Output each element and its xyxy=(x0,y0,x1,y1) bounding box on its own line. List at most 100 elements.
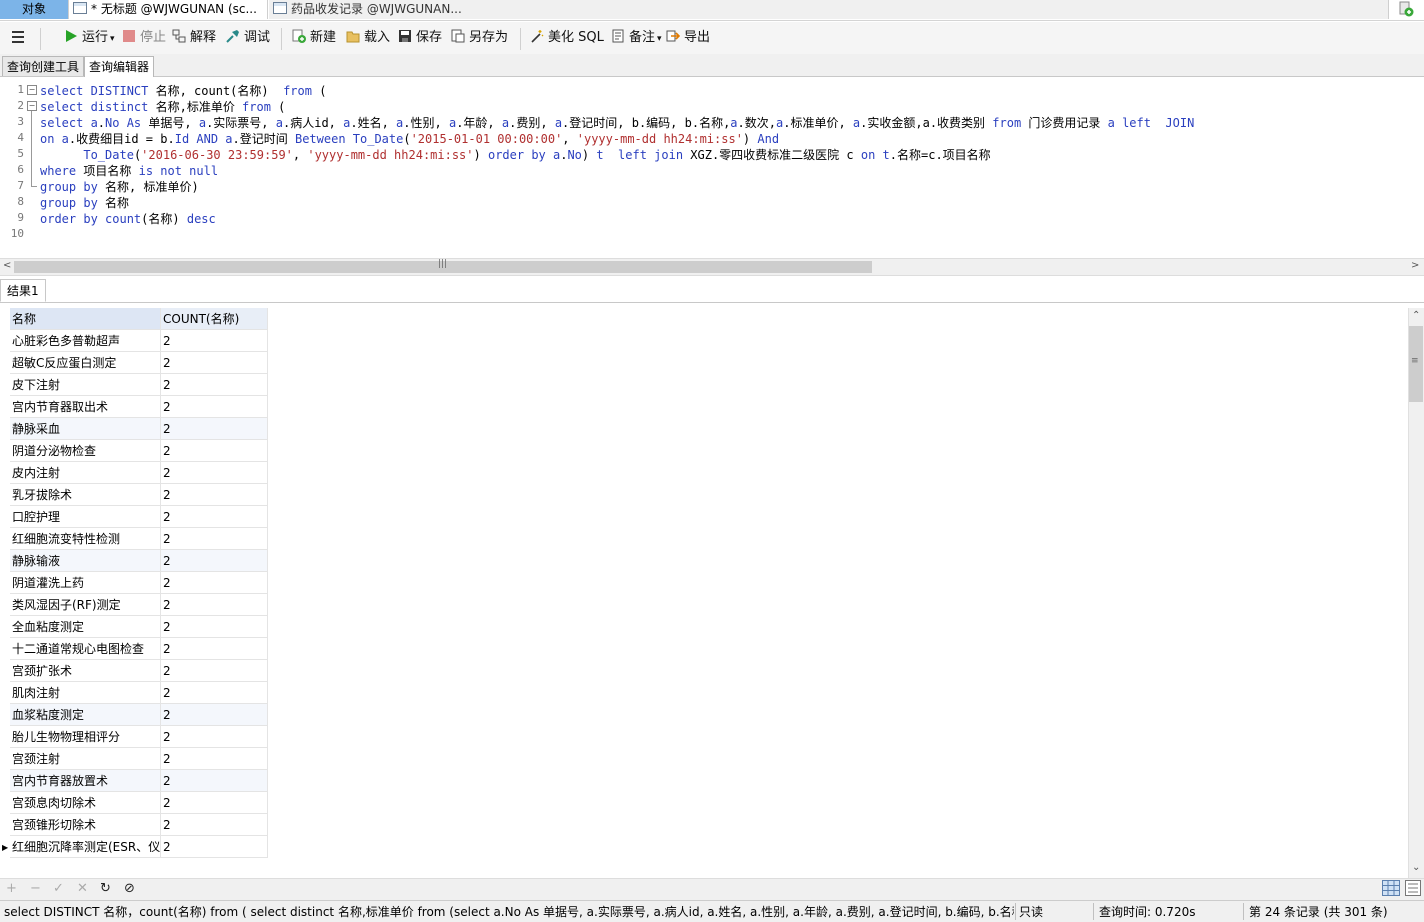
cell-count[interactable]: 2 xyxy=(161,748,268,770)
cell-name[interactable]: 乳牙拔除术 xyxy=(10,484,161,506)
table-row[interactable]: 血浆粘度测定 2 xyxy=(10,704,268,726)
table-row[interactable]: 皮内注射 2 xyxy=(10,462,268,484)
cell-count[interactable]: 2 xyxy=(161,704,268,726)
table-row[interactable]: 宫内节育器放置术 2 xyxy=(10,770,268,792)
apply-icon[interactable]: ✓ xyxy=(53,881,64,896)
tab-drug-records[interactable]: 药品收发记录 @WJWGUNAN... xyxy=(269,0,1389,19)
cell-name[interactable]: 宫颈扩张术 xyxy=(10,660,161,682)
save-as-button[interactable]: 另存为 xyxy=(451,29,508,47)
cell-count[interactable]: 2 xyxy=(161,330,268,352)
cell-name[interactable]: 宫颈锥形切除术 xyxy=(10,814,161,836)
cell-name[interactable]: 宫内节育器取出术 xyxy=(10,396,161,418)
cell-count[interactable]: 2 xyxy=(161,484,268,506)
table-row[interactable]: 超敏C反应蛋白测定 2 xyxy=(10,352,268,374)
export-button[interactable]: 导出 xyxy=(666,29,710,47)
tab-result-1[interactable]: 结果1 xyxy=(0,279,46,302)
cell-name[interactable]: 类风湿因子(RF)测定 xyxy=(10,594,161,616)
cell-name[interactable]: 口腔护理 xyxy=(10,506,161,528)
cell-name[interactable]: 全血粘度测定 xyxy=(10,616,161,638)
cell-name[interactable]: 肌肉注射 xyxy=(10,682,161,704)
cell-count[interactable]: 2 xyxy=(161,528,268,550)
cell-count[interactable]: 2 xyxy=(161,506,268,528)
cell-count[interactable]: 2 xyxy=(161,418,268,440)
table-row[interactable]: 十二通道常规心电图检查 2 xyxy=(10,638,268,660)
table-row[interactable]: 皮下注射 2 xyxy=(10,374,268,396)
cell-count[interactable]: 2 xyxy=(161,660,268,682)
tab-query-builder[interactable]: 查询创建工具 xyxy=(2,56,85,76)
cell-name[interactable]: 皮下注射 xyxy=(10,374,161,396)
explain-button[interactable]: 解释 xyxy=(172,29,216,47)
cell-name[interactable]: 宫内节育器放置术 xyxy=(10,770,161,792)
refresh-icon[interactable]: ↻ xyxy=(100,881,111,896)
debug-button[interactable]: 调试 xyxy=(226,29,270,47)
grid-view-icon[interactable] xyxy=(1382,880,1400,900)
table-row[interactable]: 阴道分泌物检查 2 xyxy=(10,440,268,462)
cell-count[interactable]: 2 xyxy=(161,352,268,374)
cell-count[interactable]: 2 xyxy=(161,396,268,418)
table-row[interactable]: 宫颈注射 2 xyxy=(10,748,268,770)
cell-count[interactable]: 2 xyxy=(161,682,268,704)
table-row[interactable]: 红细胞流变特性检测 2 xyxy=(10,528,268,550)
cell-name[interactable]: 皮内注射 xyxy=(10,462,161,484)
load-button[interactable]: 载入 xyxy=(346,29,390,47)
table-row[interactable]: 宫内节育器取出术 2 xyxy=(10,396,268,418)
discard-icon[interactable]: ✕ xyxy=(77,881,88,896)
stop-query-icon[interactable]: ⊘ xyxy=(124,881,135,896)
scrollbar-thumb[interactable]: ≡ xyxy=(1409,326,1423,402)
cell-name[interactable]: 心脏彩色多普勒超声 xyxy=(10,330,161,352)
cell-count[interactable]: 2 xyxy=(161,440,268,462)
cell-count[interactable]: 2 xyxy=(161,462,268,484)
delete-record-icon[interactable]: − xyxy=(30,881,41,896)
comment-button[interactable]: 备注 ▾ xyxy=(611,29,662,47)
cell-count[interactable]: 2 xyxy=(161,726,268,748)
scroll-right-icon[interactable]: > xyxy=(1411,260,1419,271)
cell-count[interactable]: 2 xyxy=(161,836,268,858)
table-row[interactable]: 胎儿生物物理相评分 2 xyxy=(10,726,268,748)
cell-count[interactable]: 2 xyxy=(161,770,268,792)
fold-toggle-icon[interactable]: − xyxy=(27,101,37,111)
scroll-down-icon[interactable]: ⌄ xyxy=(1412,862,1420,873)
table-row[interactable]: 乳牙拔除术 2 xyxy=(10,484,268,506)
scroll-up-icon[interactable]: ⌃ xyxy=(1412,310,1420,321)
stop-button[interactable]: 停止 xyxy=(122,29,166,47)
cell-name[interactable]: 宫颈注射 xyxy=(10,748,161,770)
cell-count[interactable]: 2 xyxy=(161,550,268,572)
table-row[interactable]: 心脏彩色多普勒超声 2 xyxy=(10,330,268,352)
run-button[interactable]: 运行 ▾ xyxy=(64,29,115,47)
cell-count[interactable]: 2 xyxy=(161,638,268,660)
tab-query-editor[interactable]: 查询编辑器 xyxy=(84,56,155,77)
column-header-count[interactable]: COUNT(名称) xyxy=(161,308,268,330)
cell-name[interactable]: 超敏C反应蛋白测定 xyxy=(10,352,161,374)
cell-name[interactable]: 红细胞沉降率测定(ESR、仪 xyxy=(10,836,161,858)
form-view-icon[interactable] xyxy=(1405,880,1421,900)
beautify-sql-button[interactable]: 美化 SQL xyxy=(530,29,604,47)
cell-name[interactable]: 红细胞流变特性检测 xyxy=(10,528,161,550)
table-row[interactable]: 静脉采血 2 xyxy=(10,418,268,440)
table-row[interactable]: 阴道灌洗上药 2 xyxy=(10,572,268,594)
cell-name[interactable]: 胎儿生物物理相评分 xyxy=(10,726,161,748)
tab-objects[interactable]: 对象 xyxy=(0,0,69,19)
cell-count[interactable]: 2 xyxy=(161,572,268,594)
table-row[interactable]: 宫颈息肉切除术 2 xyxy=(10,792,268,814)
sql-editor[interactable]: 1 2 3 4 5 6 7 8 9 10 − − select DISTINCT… xyxy=(0,78,1424,258)
cell-count[interactable]: 2 xyxy=(161,374,268,396)
add-record-icon[interactable]: + xyxy=(6,881,17,896)
cell-name[interactable]: 静脉输液 xyxy=(10,550,161,572)
cell-name[interactable]: 阴道分泌物检查 xyxy=(10,440,161,462)
table-row[interactable]: 宫颈扩张术 2 xyxy=(10,660,268,682)
cell-count[interactable]: 2 xyxy=(161,594,268,616)
tab-untitled-query[interactable]: * 无标题 @WJWGUNAN (sc... xyxy=(69,0,268,19)
table-row[interactable]: 红细胞沉降率测定(ESR、仪 2 xyxy=(10,836,268,858)
table-row[interactable]: 肌肉注射 2 xyxy=(10,682,268,704)
cell-name[interactable]: 静脉采血 xyxy=(10,418,161,440)
fold-toggle-icon[interactable]: − xyxy=(27,85,37,95)
scrollbar-thumb[interactable]: ||| xyxy=(14,259,872,273)
scroll-left-icon[interactable]: < xyxy=(3,260,11,271)
cell-count[interactable]: 2 xyxy=(161,792,268,814)
cell-name[interactable]: 宫颈息肉切除术 xyxy=(10,792,161,814)
table-row[interactable]: 宫颈锥形切除术 2 xyxy=(10,814,268,836)
menu-button[interactable] xyxy=(10,29,26,47)
table-row[interactable]: 类风湿因子(RF)测定 2 xyxy=(10,594,268,616)
new-button[interactable]: 新建 xyxy=(292,29,336,47)
cell-name[interactable]: 十二通道常规心电图检查 xyxy=(10,638,161,660)
